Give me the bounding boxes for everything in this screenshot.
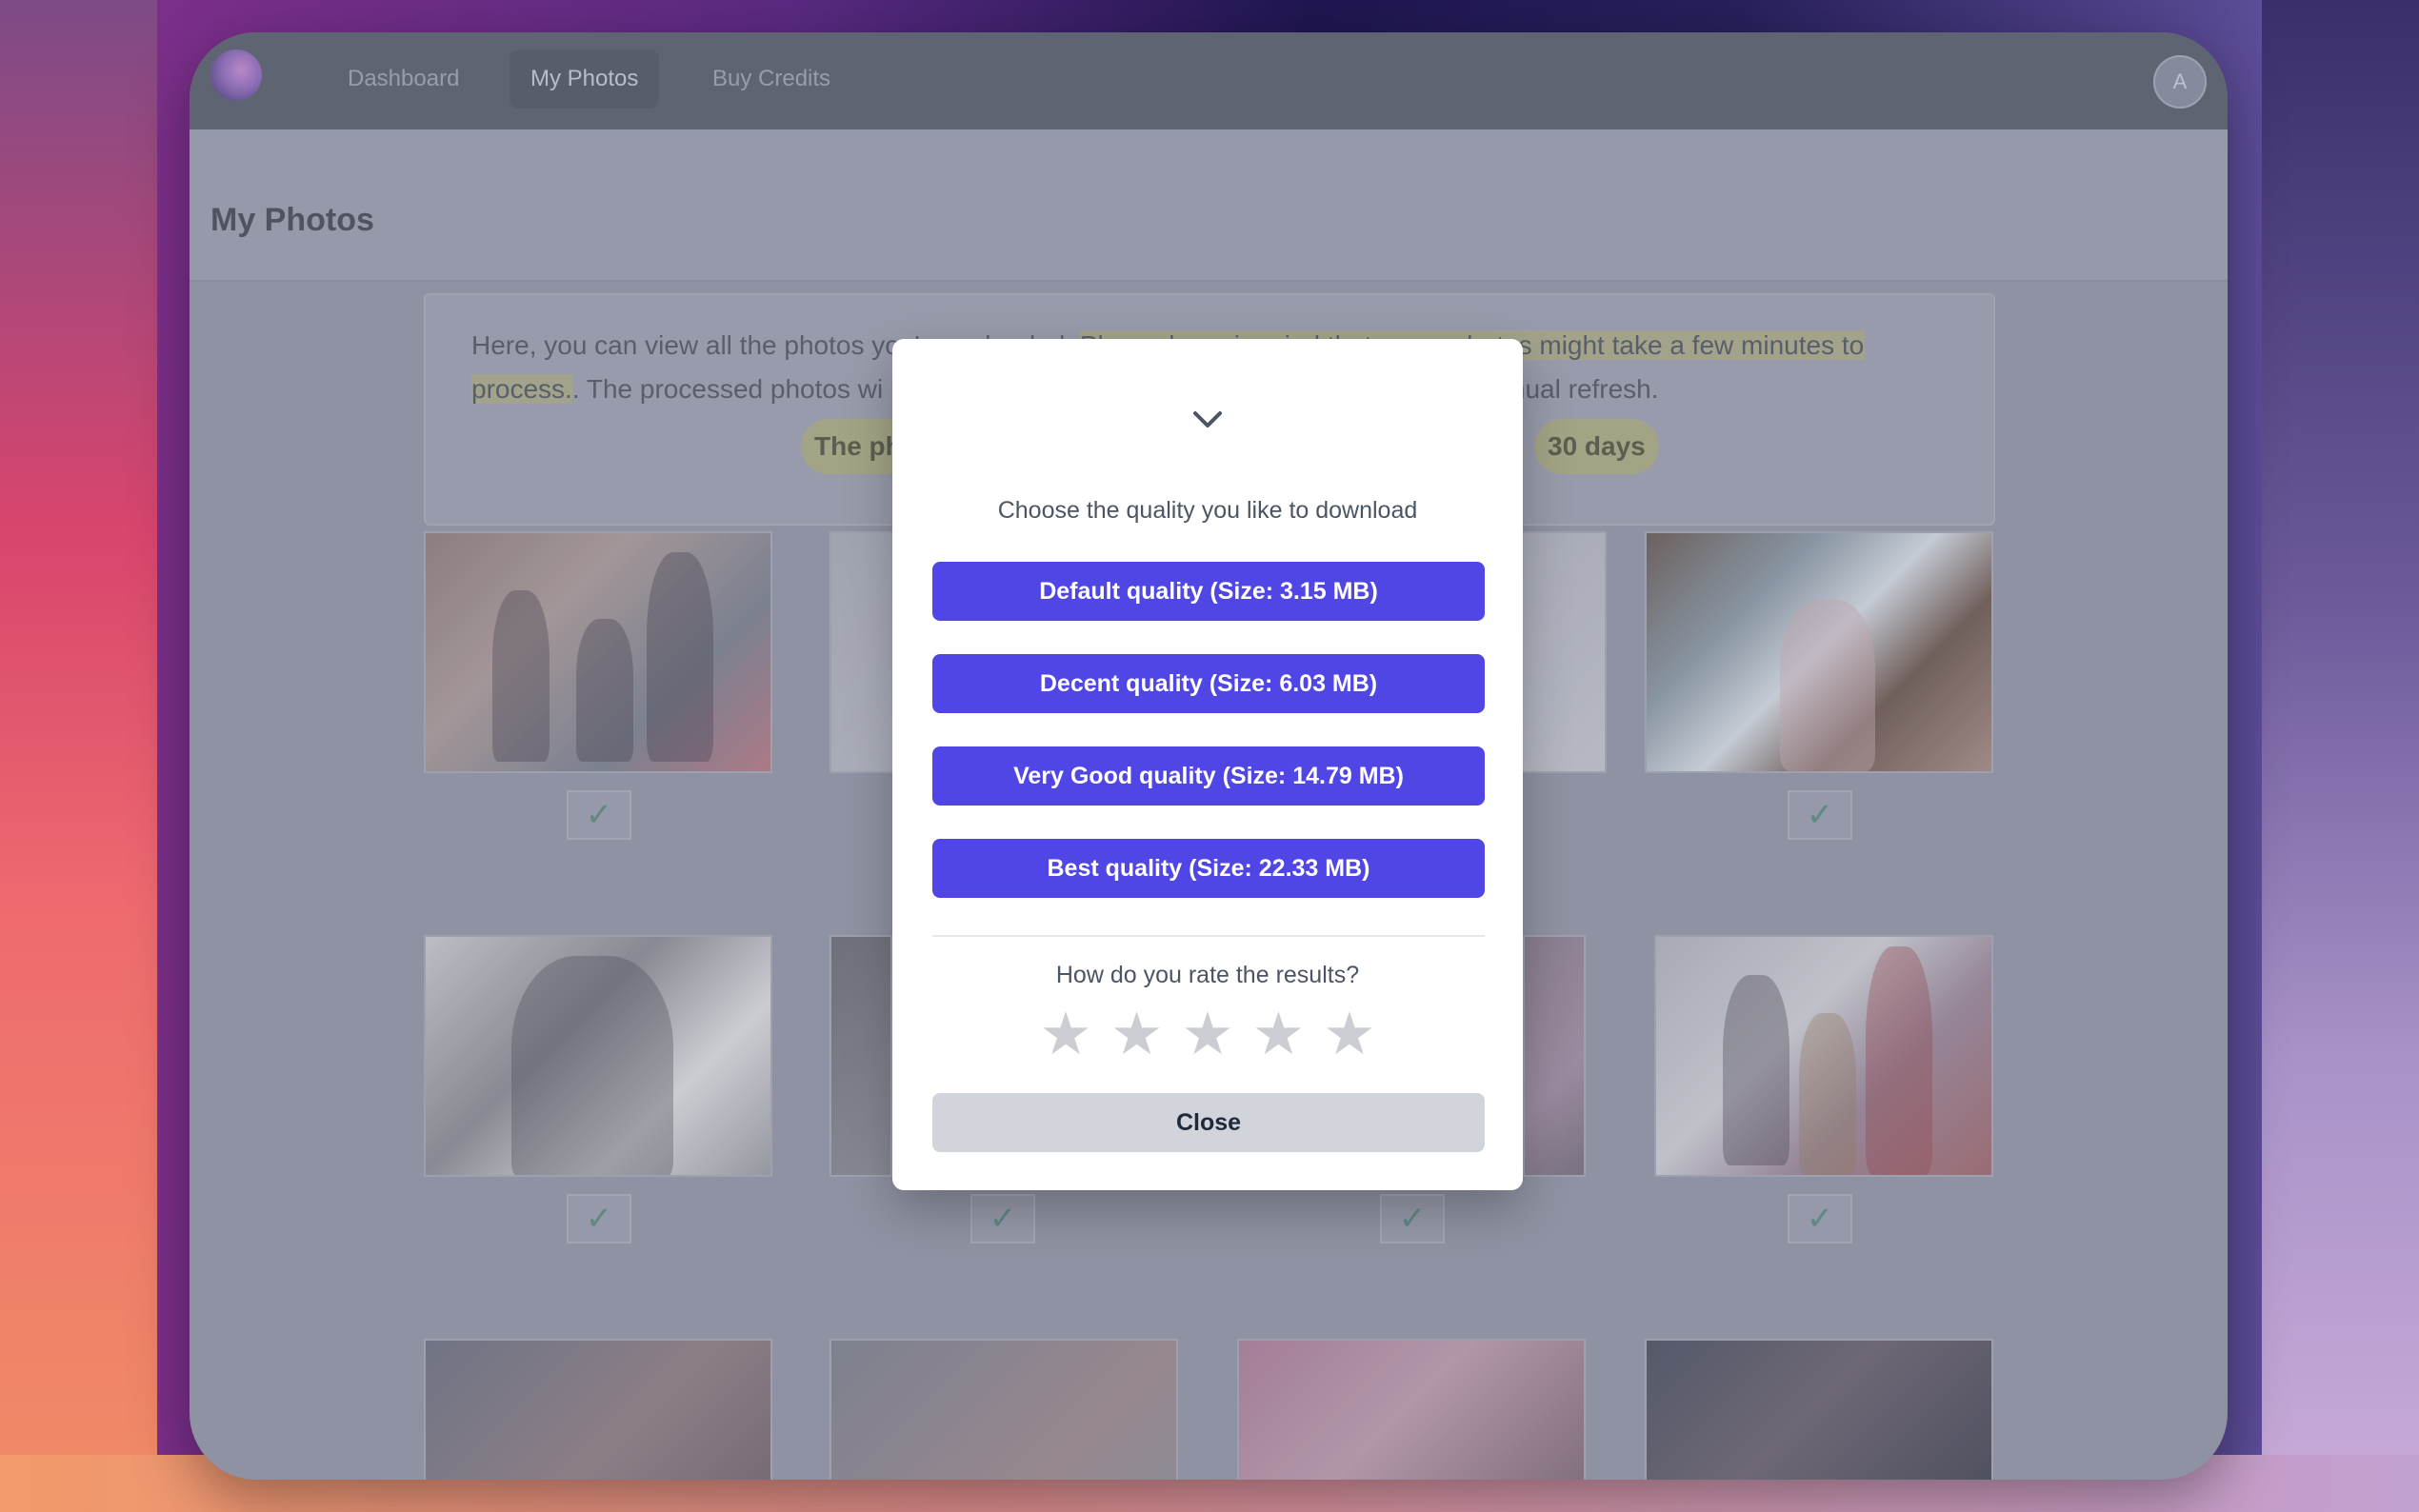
star-icon[interactable]: ★ [1249, 1005, 1307, 1064]
close-button[interactable]: Close [932, 1093, 1485, 1152]
star-icon[interactable]: ★ [1109, 1005, 1166, 1064]
chevron-down-icon[interactable] [1188, 400, 1228, 440]
background-right [2262, 0, 2419, 1512]
star-icon[interactable]: ★ [1179, 1005, 1236, 1064]
divider [932, 935, 1485, 937]
very-good-quality-button[interactable]: Very Good quality (Size: 14.79 MB) [932, 746, 1485, 806]
best-quality-button[interactable]: Best quality (Size: 22.33 MB) [932, 839, 1485, 898]
modal-prompt: Choose the quality you like to download [997, 497, 1418, 524]
default-quality-button[interactable]: Default quality (Size: 3.15 MB) [932, 562, 1485, 621]
background-left [0, 0, 157, 1512]
chevron-down-icon-svg [1193, 411, 1222, 428]
download-quality-modal: Choose the quality you like to download … [892, 339, 1523, 1190]
star-icon[interactable]: ★ [1037, 1005, 1094, 1064]
rating-prompt: How do you rate the results? [1055, 962, 1360, 988]
decent-quality-button[interactable]: Decent quality (Size: 6.03 MB) [932, 654, 1485, 713]
star-icon[interactable]: ★ [1321, 1005, 1378, 1064]
rating-stars: ★ ★ ★ ★ ★ [892, 1005, 1523, 1064]
